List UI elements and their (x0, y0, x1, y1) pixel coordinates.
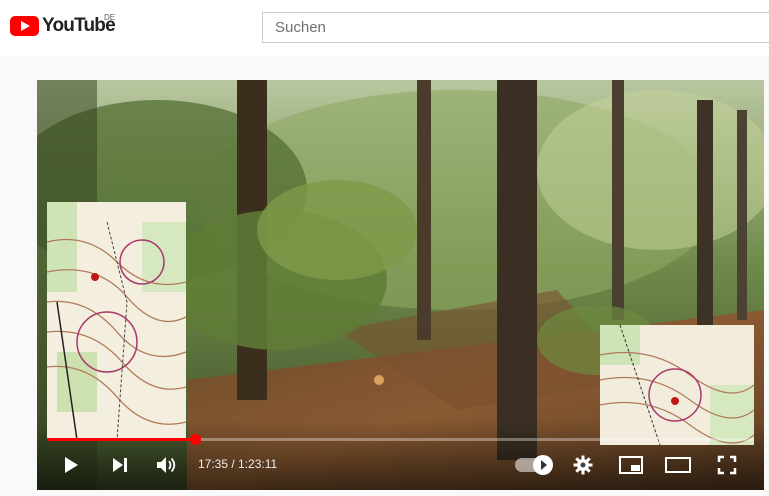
volume-icon (157, 457, 176, 473)
autoplay-play-icon (533, 455, 553, 475)
current-time: 17:35 (198, 457, 229, 471)
progress-bar[interactable] (47, 434, 754, 445)
masthead: YouTube DE (0, 0, 769, 56)
next-icon (113, 458, 127, 472)
volume-button[interactable] (156, 455, 178, 475)
fullscreen-icon (717, 455, 737, 475)
miniplayer-icon (619, 456, 643, 474)
miniplayer-button[interactable] (619, 456, 643, 474)
orienteering-map-inset-left (47, 202, 186, 440)
play-icon (65, 457, 78, 473)
theater-mode-button[interactable] (665, 456, 691, 474)
autoplay-toggle[interactable] (515, 455, 553, 475)
duration: 1:23:11 (238, 457, 278, 471)
next-button[interactable] (110, 455, 130, 475)
progress-played (47, 438, 196, 441)
orienteering-map-inset-right (600, 325, 754, 445)
youtube-logo[interactable]: YouTube (10, 15, 116, 37)
settings-button[interactable] (572, 455, 594, 475)
time-separator: / (228, 457, 239, 471)
time-display: 17:35 / 1:23:11 (198, 457, 277, 471)
settings-gear-icon (573, 455, 593, 475)
fullscreen-button[interactable] (716, 455, 738, 475)
theater-mode-icon (665, 457, 691, 473)
region-code: DE (104, 13, 116, 22)
play-button[interactable] (61, 455, 81, 475)
search-input[interactable] (262, 12, 769, 43)
youtube-play-logo-icon (10, 16, 39, 36)
video-player[interactable]: 17:35 / 1:23:11 (37, 80, 764, 490)
